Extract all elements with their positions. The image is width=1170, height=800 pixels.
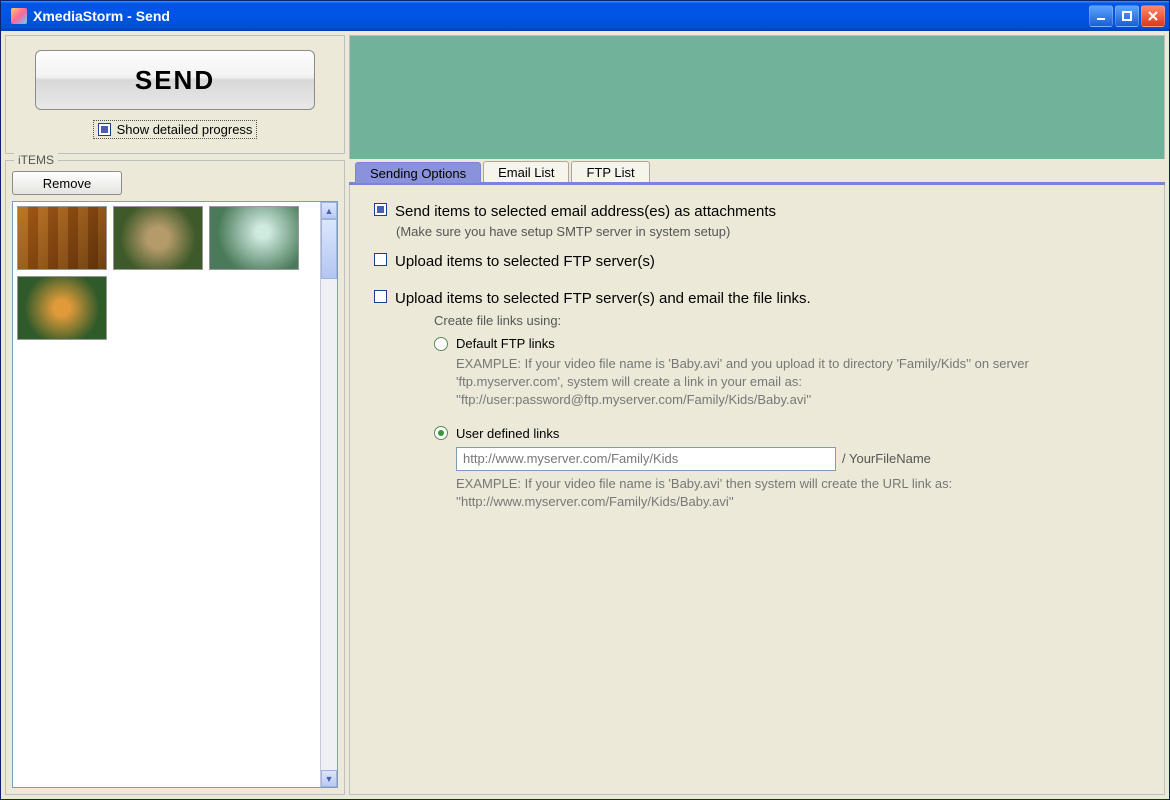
thumbnails	[13, 202, 320, 787]
tab-content: Send items to selected email address(es)…	[349, 185, 1165, 795]
banner	[349, 35, 1165, 159]
ftp-upload-checkbox[interactable]	[374, 253, 387, 266]
default-ftp-radio[interactable]	[434, 337, 448, 351]
app-window: XmediaStorm - Send SEND Show detailed pr…	[0, 0, 1170, 800]
radio-user-defined-links[interactable]: User defined links	[434, 426, 1140, 441]
show-progress-row[interactable]: Show detailed progress	[93, 120, 258, 139]
option-ftp-email-links[interactable]: Upload items to selected FTP server(s) a…	[374, 290, 1140, 307]
maximize-button[interactable]	[1115, 5, 1139, 27]
url-suffix: / YourFileName	[842, 451, 931, 466]
minimize-button[interactable]	[1089, 5, 1113, 27]
ftp-upload-label: Upload items to selected FTP server(s)	[395, 253, 655, 270]
user-defined-radio[interactable]	[434, 426, 448, 440]
option-email-attachments[interactable]: Send items to selected email address(es)…	[374, 203, 1140, 220]
ftp-email-label: Upload items to selected FTP server(s) a…	[395, 290, 811, 307]
close-button[interactable]	[1141, 5, 1165, 27]
titlebar: XmediaStorm - Send	[1, 1, 1169, 31]
email-attach-note: (Make sure you have setup SMTP server in…	[396, 224, 1140, 239]
default-ftp-label: Default FTP links	[456, 336, 555, 351]
url-row: / YourFileName	[456, 447, 1140, 471]
remove-button[interactable]: Remove	[12, 171, 122, 195]
window-buttons	[1089, 5, 1165, 27]
items-group-label: iTEMS	[14, 153, 58, 167]
show-progress-checkbox[interactable]	[98, 123, 111, 136]
thumbnail-item[interactable]	[113, 206, 203, 270]
scroll-thumb[interactable]	[321, 219, 337, 279]
email-attach-label: Send items to selected email address(es)…	[395, 203, 776, 220]
default-ftp-example: EXAMPLE: If your video file name is 'Bab…	[456, 355, 1136, 410]
show-progress-label: Show detailed progress	[117, 122, 253, 137]
scrollbar[interactable]: ▲ ▼	[320, 202, 337, 787]
file-links-block: Create file links using: Default FTP lin…	[434, 313, 1140, 511]
scroll-up-icon[interactable]: ▲	[321, 202, 337, 219]
thumbnails-container: ▲ ▼	[12, 201, 338, 788]
scroll-down-icon[interactable]: ▼	[321, 770, 337, 787]
tab-bar: Sending Options Email List FTP List	[349, 159, 1165, 185]
url-input[interactable]	[456, 447, 836, 471]
send-button[interactable]: SEND	[35, 50, 315, 110]
create-links-label: Create file links using:	[434, 313, 1140, 328]
scroll-track[interactable]	[321, 219, 337, 770]
window-body: SEND Show detailed progress iTEMS Remove	[1, 31, 1169, 799]
user-defined-example: EXAMPLE: If your video file name is 'Bab…	[456, 475, 1136, 511]
items-group: iTEMS Remove ▲ ▼	[5, 160, 345, 795]
user-defined-label: User defined links	[456, 426, 559, 441]
ftp-email-checkbox[interactable]	[374, 290, 387, 303]
tab-sending-options[interactable]: Sending Options	[355, 162, 481, 183]
option-ftp-upload[interactable]: Upload items to selected FTP server(s)	[374, 253, 1140, 270]
tab-email-list[interactable]: Email List	[483, 161, 569, 182]
app-icon	[11, 8, 27, 24]
email-attach-checkbox[interactable]	[374, 203, 387, 216]
thumbnail-item[interactable]	[209, 206, 299, 270]
radio-default-ftp-links[interactable]: Default FTP links	[434, 336, 1140, 351]
send-panel: SEND Show detailed progress	[5, 35, 345, 154]
sidebar: SEND Show detailed progress iTEMS Remove	[5, 35, 345, 795]
window-title: XmediaStorm - Send	[33, 8, 1089, 24]
thumbnail-item[interactable]	[17, 276, 107, 340]
tab-ftp-list[interactable]: FTP List	[571, 161, 649, 182]
main-panel: Sending Options Email List FTP List Send…	[349, 35, 1165, 795]
thumbnail-item[interactable]	[17, 206, 107, 270]
